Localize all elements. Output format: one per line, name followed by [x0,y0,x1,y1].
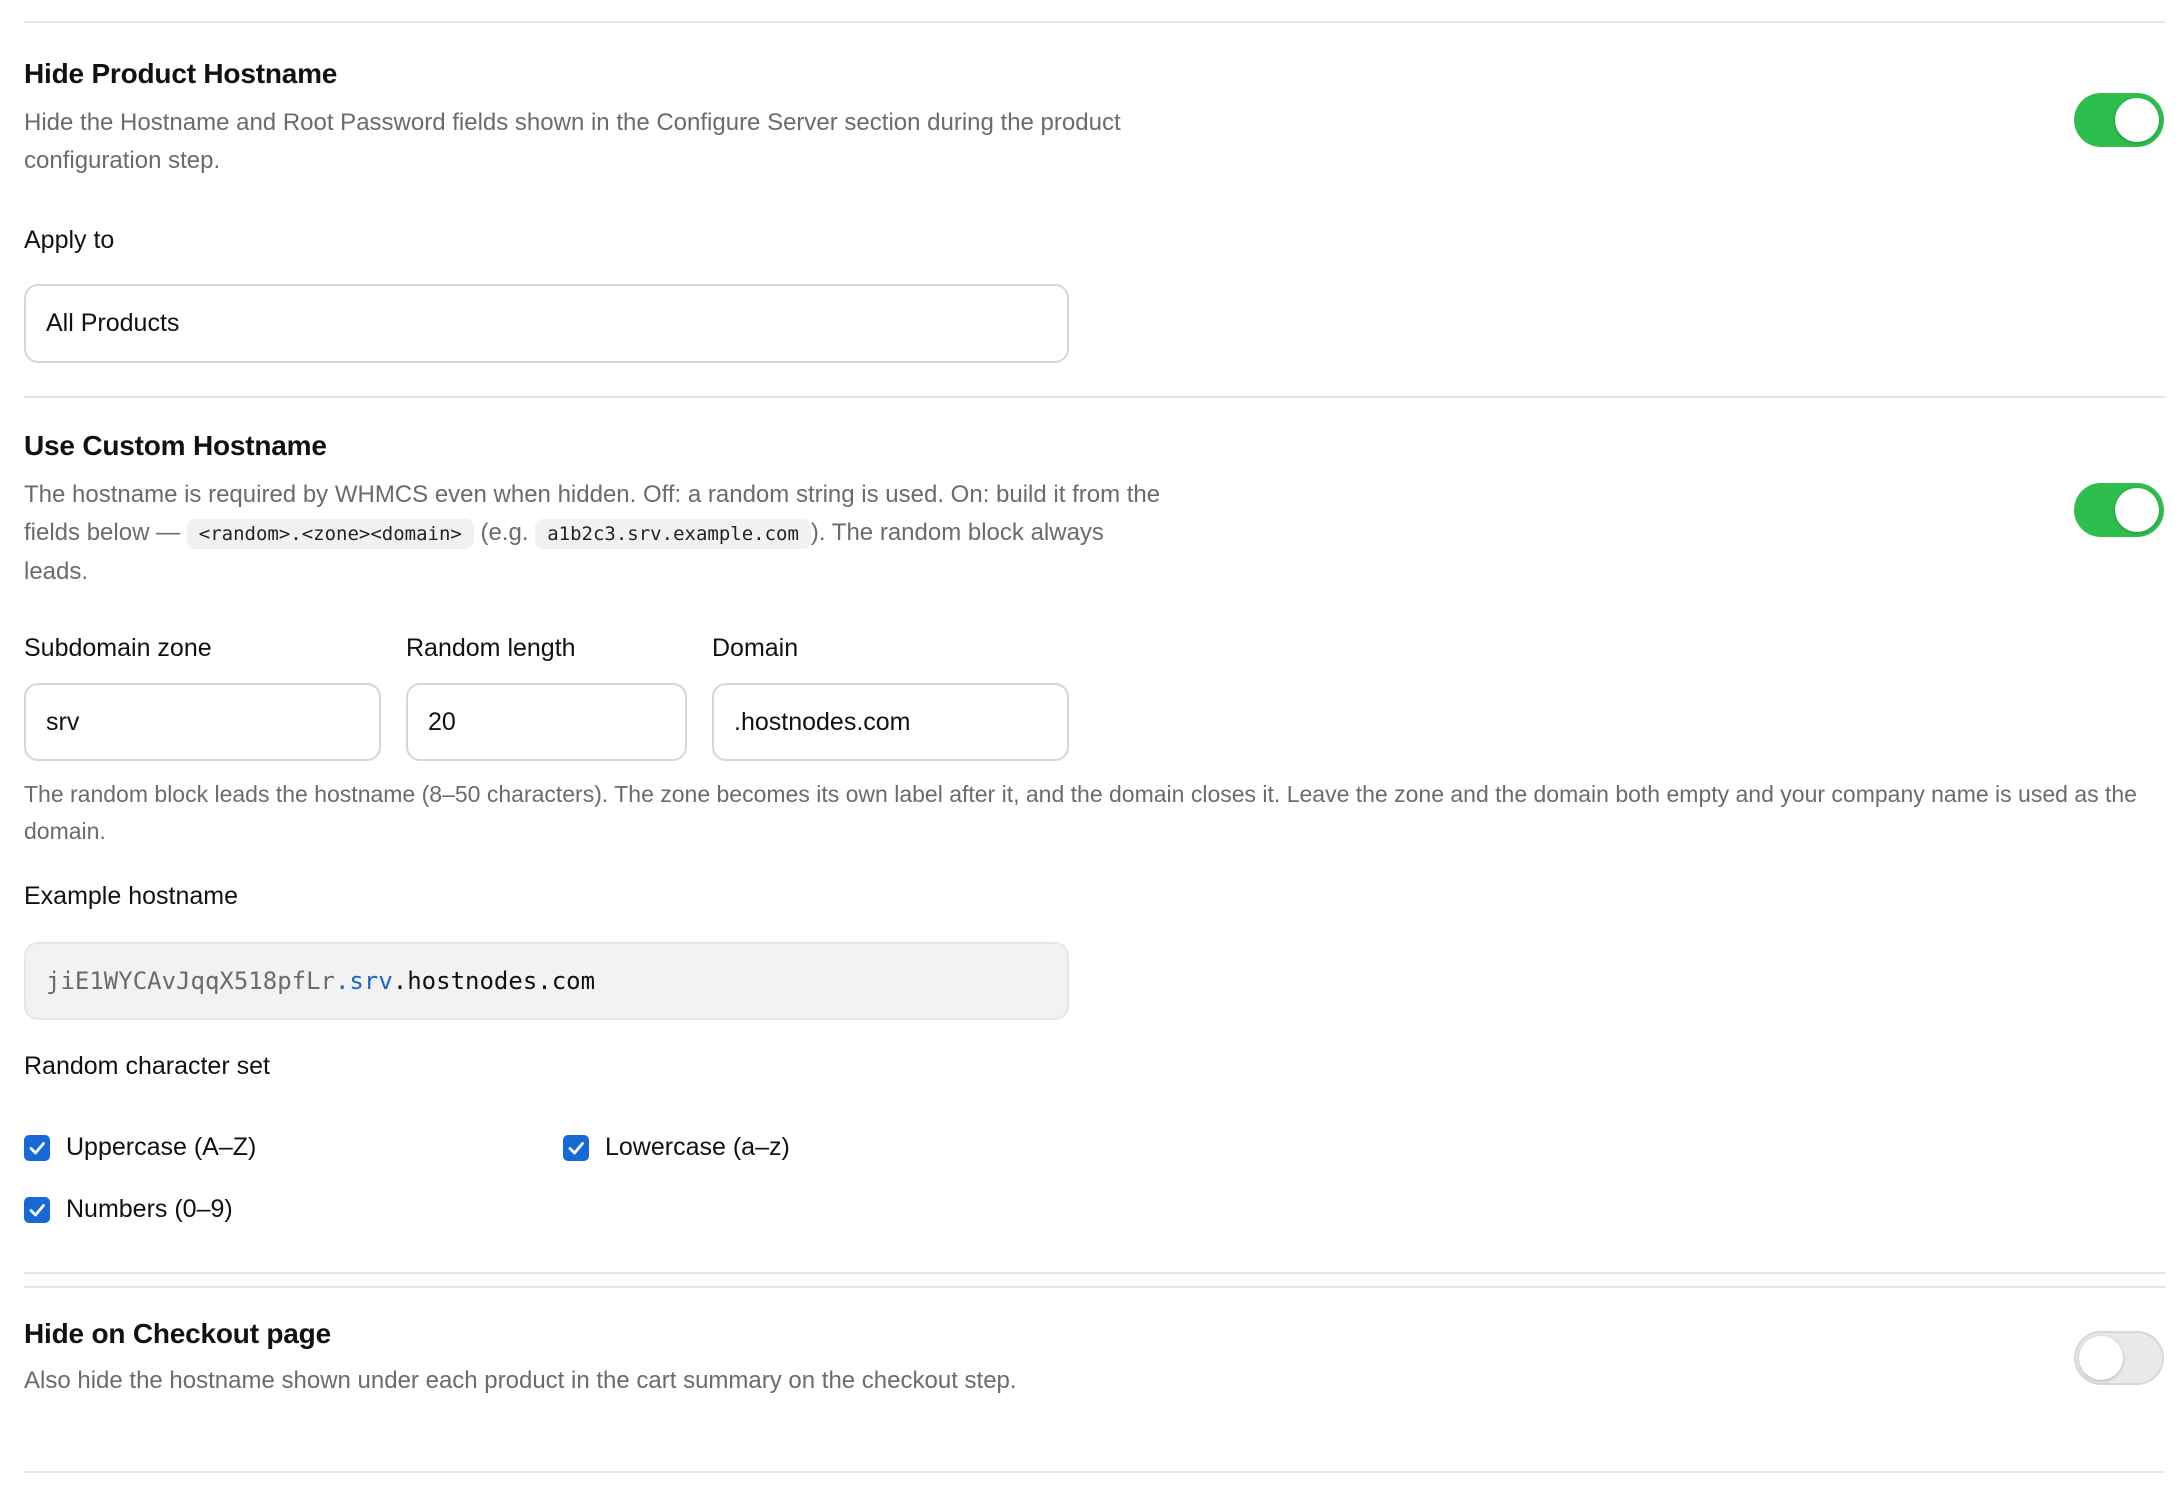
random-charset-label: Random character set [24,1052,270,1080]
description-text: ). The random block always [810,519,1104,546]
help-line: The random block leads the hostname (8–5… [24,781,2137,807]
domain-input[interactable]: .hostnodes.com [712,683,1069,761]
lowercase-checkbox[interactable]: Lowercase (a–z) [563,1133,790,1162]
divider-top [24,21,2165,23]
description-text: fields below — [24,519,181,546]
apply-to-label: Apply to [24,226,115,254]
help-line: domain. [24,818,106,844]
custom-hostname-description: The hostname is required by WHMCS even w… [24,476,1160,591]
example-domain-part: .hostnodes.com [392,967,596,995]
hostname-example-code: a1b2c3.srv.example.com [535,519,811,549]
custom-hostname-toggle[interactable] [2074,483,2164,537]
lowercase-label: Lowercase (a–z) [605,1133,790,1161]
checkbox-checked-icon [24,1196,50,1223]
numbers-checkbox[interactable]: Numbers (0–9) [24,1195,233,1224]
hide-checkout-description: Also hide the hostname shown under each … [24,1367,1017,1394]
hide-checkout-toggle[interactable] [2074,1331,2164,1385]
description-line: fields below — <random>.<zone><domain> (… [24,514,1160,553]
toggle-knob [2079,1336,2123,1380]
domain-label: Domain [712,634,799,662]
hide-product-hostname-description: Hide the Hostname and Root Password fiel… [24,104,1121,180]
hide-checkout-title: Hide on Checkout page [24,1318,331,1349]
description-line: leads. [24,558,89,585]
divider [24,396,2165,398]
numbers-label: Numbers (0–9) [66,1195,233,1223]
uppercase-checkbox[interactable]: Uppercase (A–Z) [24,1133,256,1162]
toggle-knob [2115,488,2159,532]
divider [24,1272,2165,1274]
custom-hostname-title: Use Custom Hostname [24,430,327,461]
example-hostname-label: Example hostname [24,882,239,910]
divider [24,1286,2165,1288]
example-random-part: jiE1WYCAvJqqX518pfLr [46,967,335,995]
description-line: configuration step. [24,147,221,174]
description-line: Hide the Hostname and Root Password fiel… [24,109,1121,136]
subdomain-zone-value: srv [46,707,80,736]
example-hostname-box: jiE1WYCAvJqqX518pfLr .srv .hostnodes.com [24,942,1069,1020]
domain-value: .hostnodes.com [734,707,911,736]
checkbox-checked-icon [563,1134,589,1161]
toggle-knob [2115,98,2159,142]
apply-to-value: All Products [46,309,180,337]
hide-product-hostname-toggle[interactable] [2074,93,2164,147]
description-text: (e.g. [480,519,529,546]
divider-bottom [24,1471,2165,1473]
hostname-pattern-code: <random>.<zone><domain> [186,519,474,549]
random-length-label: Random length [406,634,576,662]
random-length-value: 20 [428,707,456,736]
custom-hostname-help: The random block leads the hostname (8–5… [24,776,2137,850]
random-length-input[interactable]: 20 [406,683,687,761]
uppercase-label: Uppercase (A–Z) [66,1133,257,1161]
example-zone-part: .srv [334,967,393,995]
subdomain-zone-label: Subdomain zone [24,634,212,662]
subdomain-zone-input[interactable]: srv [24,683,381,761]
checkbox-checked-icon [24,1134,50,1161]
hide-product-hostname-title: Hide Product Hostname [24,58,338,89]
apply-to-select[interactable]: All Products [24,284,1069,363]
description-line: The hostname is required by WHMCS even w… [24,481,1161,508]
